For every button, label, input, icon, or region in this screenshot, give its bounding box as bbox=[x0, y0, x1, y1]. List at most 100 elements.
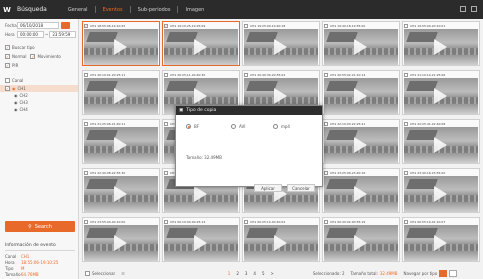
recording-thumbnail[interactable]: CH1 22:40:08-22:55:30 bbox=[82, 168, 160, 213]
normal-checkbox[interactable]: ✓ bbox=[5, 54, 10, 59]
select-all-checkbox[interactable] bbox=[85, 271, 90, 276]
play-icon[interactable] bbox=[274, 235, 287, 251]
recording-thumbnail[interactable]: CH1 23:55:00-00:10:00 bbox=[82, 217, 160, 262]
channel-all-checkbox[interactable] bbox=[5, 78, 10, 83]
recording-thumbnail[interactable]: CH1 19:40:18-19:55:00 bbox=[322, 21, 400, 66]
thumbnail-checkbox[interactable] bbox=[404, 72, 408, 77]
channel-item-ch4[interactable]: ◉ CH4 bbox=[14, 107, 28, 112]
thumbnail-checkbox[interactable] bbox=[324, 72, 328, 77]
thumbnail-checkbox[interactable] bbox=[164, 72, 168, 77]
thumbnail-checkbox[interactable] bbox=[84, 72, 88, 77]
play-icon[interactable] bbox=[354, 137, 367, 153]
play-icon[interactable] bbox=[114, 88, 127, 104]
play-icon[interactable] bbox=[434, 186, 447, 202]
recording-thumbnail[interactable]: CH1 22:10:03-22:25:41 bbox=[322, 119, 400, 164]
tab-image[interactable]: Imagen bbox=[178, 0, 211, 19]
recording-thumbnail[interactable]: CH1 19:55:00-20:10:01 bbox=[402, 21, 480, 66]
minimize-icon[interactable] bbox=[460, 6, 466, 12]
radio-avi-dot[interactable] bbox=[231, 124, 236, 129]
ch1-checkbox[interactable]: ✓ bbox=[5, 86, 10, 91]
thumbnail-checkbox[interactable] bbox=[324, 219, 328, 224]
radio-mp4-dot[interactable] bbox=[273, 124, 278, 129]
play-icon[interactable] bbox=[434, 235, 447, 251]
page-5[interactable]: 5 bbox=[259, 271, 268, 276]
thumbnail-checkbox[interactable] bbox=[404, 219, 408, 224]
thumbnail-checkbox[interactable] bbox=[164, 121, 168, 126]
recording-thumbnail[interactable]: CH1 00:40:02-00:55:19 bbox=[322, 217, 400, 262]
close-icon[interactable] bbox=[471, 6, 477, 12]
thumbnail-checkbox[interactable] bbox=[84, 121, 88, 126]
thumbnail-checkbox[interactable] bbox=[244, 23, 248, 28]
recording-thumbnail[interactable]: CH1 00:25:14-00:40:02 bbox=[242, 217, 320, 262]
thumbnail-checkbox[interactable]: ✓ bbox=[84, 23, 88, 28]
recording-thumbnail[interactable]: ✓ CH1 18:55:06-19:10:25 bbox=[82, 21, 160, 66]
page-3[interactable]: 3 bbox=[242, 271, 251, 276]
play-icon[interactable] bbox=[194, 186, 207, 202]
thumbnail-checkbox[interactable] bbox=[324, 23, 328, 28]
recording-thumbnail[interactable]: CH1 22:25:41-22:40:08 bbox=[402, 119, 480, 164]
recording-thumbnail[interactable]: ✓ CH1 19:10:25-19:25:09 bbox=[162, 21, 240, 66]
channel-item-ch2[interactable]: ◉ CH2 bbox=[14, 93, 28, 98]
thumbnail-checkbox[interactable]: ✓ bbox=[164, 23, 168, 28]
recording-thumbnail[interactable]: CH1 00:55:19-01:10:07 bbox=[402, 217, 480, 262]
play-icon[interactable] bbox=[194, 88, 207, 104]
thumbnail-checkbox[interactable] bbox=[84, 219, 88, 224]
radio-avi[interactable]: AVI bbox=[231, 124, 245, 129]
grid-settings-icon[interactable]: ☰ bbox=[121, 271, 125, 276]
next-page-icon[interactable]: > bbox=[268, 271, 277, 276]
thumbnail-checkbox[interactable] bbox=[404, 170, 408, 175]
recording-thumbnail[interactable]: CH1 20:55:02-21:10:14 bbox=[322, 70, 400, 115]
channel-item-ch3[interactable]: ◉ CH3 bbox=[14, 100, 28, 105]
play-icon[interactable] bbox=[274, 39, 287, 55]
play-icon[interactable] bbox=[114, 39, 127, 55]
play-icon[interactable] bbox=[434, 137, 447, 153]
radio-bf-dot[interactable] bbox=[186, 124, 191, 129]
play-icon[interactable] bbox=[434, 88, 447, 104]
recording-thumbnail[interactable]: CH1 19:25:09-19:40:18 bbox=[242, 21, 320, 66]
recording-thumbnail[interactable]: CH1 21:25:06-21:40:11 bbox=[82, 119, 160, 164]
pir-checkbox[interactable]: ✓ bbox=[5, 63, 10, 68]
movement-checkbox[interactable]: ✓ bbox=[30, 54, 36, 59]
tab-events[interactable]: Eventos bbox=[96, 0, 130, 19]
search-type-checkbox[interactable]: ✓ bbox=[5, 45, 10, 50]
apply-button[interactable]: Aplicar bbox=[254, 184, 282, 192]
recording-thumbnail[interactable]: CH1 21:10:14-21:25:06 bbox=[402, 70, 480, 115]
tab-general[interactable]: General bbox=[61, 0, 95, 19]
time-from-field[interactable]: 00:00:00 bbox=[17, 31, 44, 38]
thumbnail-checkbox[interactable] bbox=[404, 121, 408, 126]
play-icon[interactable] bbox=[274, 88, 287, 104]
search-type-row[interactable]: ✓ Buscar tipo bbox=[5, 45, 35, 50]
date-field[interactable]: 06/10/2018 bbox=[17, 22, 59, 29]
page-1[interactable]: 1 bbox=[225, 271, 234, 276]
search-button[interactable]: ⚲ Search bbox=[5, 221, 75, 232]
play-icon[interactable] bbox=[354, 235, 367, 251]
cancel-button[interactable]: Cancelar bbox=[287, 184, 315, 192]
play-icon[interactable] bbox=[354, 186, 367, 202]
thumbnail-checkbox[interactable] bbox=[324, 170, 328, 175]
play-icon[interactable] bbox=[194, 235, 207, 251]
play-icon[interactable] bbox=[114, 186, 127, 202]
recording-thumbnail[interactable]: CH1 00:10:00-00:25:14 bbox=[162, 217, 240, 262]
thumbnail-checkbox[interactable] bbox=[404, 23, 408, 28]
calendar-icon[interactable] bbox=[61, 22, 70, 29]
play-icon[interactable] bbox=[354, 39, 367, 55]
radio-mp4[interactable]: mp4 bbox=[273, 124, 290, 129]
play-icon[interactable] bbox=[114, 235, 127, 251]
play-icon[interactable] bbox=[194, 39, 207, 55]
thumbnail-checkbox[interactable] bbox=[164, 219, 168, 224]
play-icon[interactable] bbox=[354, 88, 367, 104]
thumbnail-checkbox[interactable] bbox=[324, 121, 328, 126]
thumbnail-checkbox[interactable] bbox=[84, 170, 88, 175]
radio-bf[interactable]: BF bbox=[186, 124, 199, 129]
recording-thumbnail[interactable]: CH1 23:40:16-23:55:00 bbox=[402, 168, 480, 213]
recording-thumbnail[interactable]: CH1 23:25:09-23:40:16 bbox=[322, 168, 400, 213]
play-icon[interactable] bbox=[114, 137, 127, 153]
recording-thumbnail[interactable]: CH1 20:10:01-20:25:11 bbox=[82, 70, 160, 115]
thumbnail-checkbox[interactable] bbox=[244, 72, 248, 77]
pir-row[interactable]: ✓ PIR bbox=[5, 63, 18, 68]
page-4[interactable]: 4 bbox=[250, 271, 259, 276]
page-2[interactable]: 2 bbox=[233, 271, 242, 276]
time-to-field[interactable]: 23:59:59 bbox=[49, 31, 77, 38]
tab-sub-periods[interactable]: Sub-periodos bbox=[131, 0, 178, 19]
grid-view-button[interactable] bbox=[439, 270, 448, 277]
